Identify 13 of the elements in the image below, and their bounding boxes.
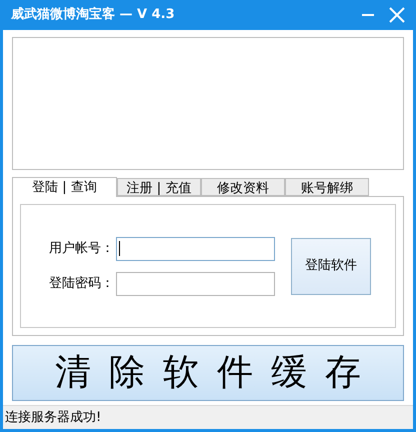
field-label: 用户帐号：: [48, 240, 114, 258]
field-label: 登陆密码：: [48, 274, 114, 293]
clear-cache-button[interactable]: 清除软件缓存: [12, 345, 404, 401]
input-field[interactable]: [116, 272, 275, 296]
tab[interactable]: 登陆 | 查询: [12, 177, 117, 197]
login-button[interactable]: 登陆软件: [291, 238, 371, 294]
window-title: 威武猫微博淘宝客 — V 4.3: [11, 6, 175, 24]
status-bar: 连接服务器成功!: [3, 405, 413, 429]
input-field[interactable]: [116, 236, 275, 260]
tab[interactable]: 修改资料: [201, 178, 285, 196]
tab[interactable]: 账号解绑: [285, 178, 369, 196]
close-icon[interactable]: [389, 7, 405, 23]
tab[interactable]: 注册 | 充值: [117, 178, 201, 196]
